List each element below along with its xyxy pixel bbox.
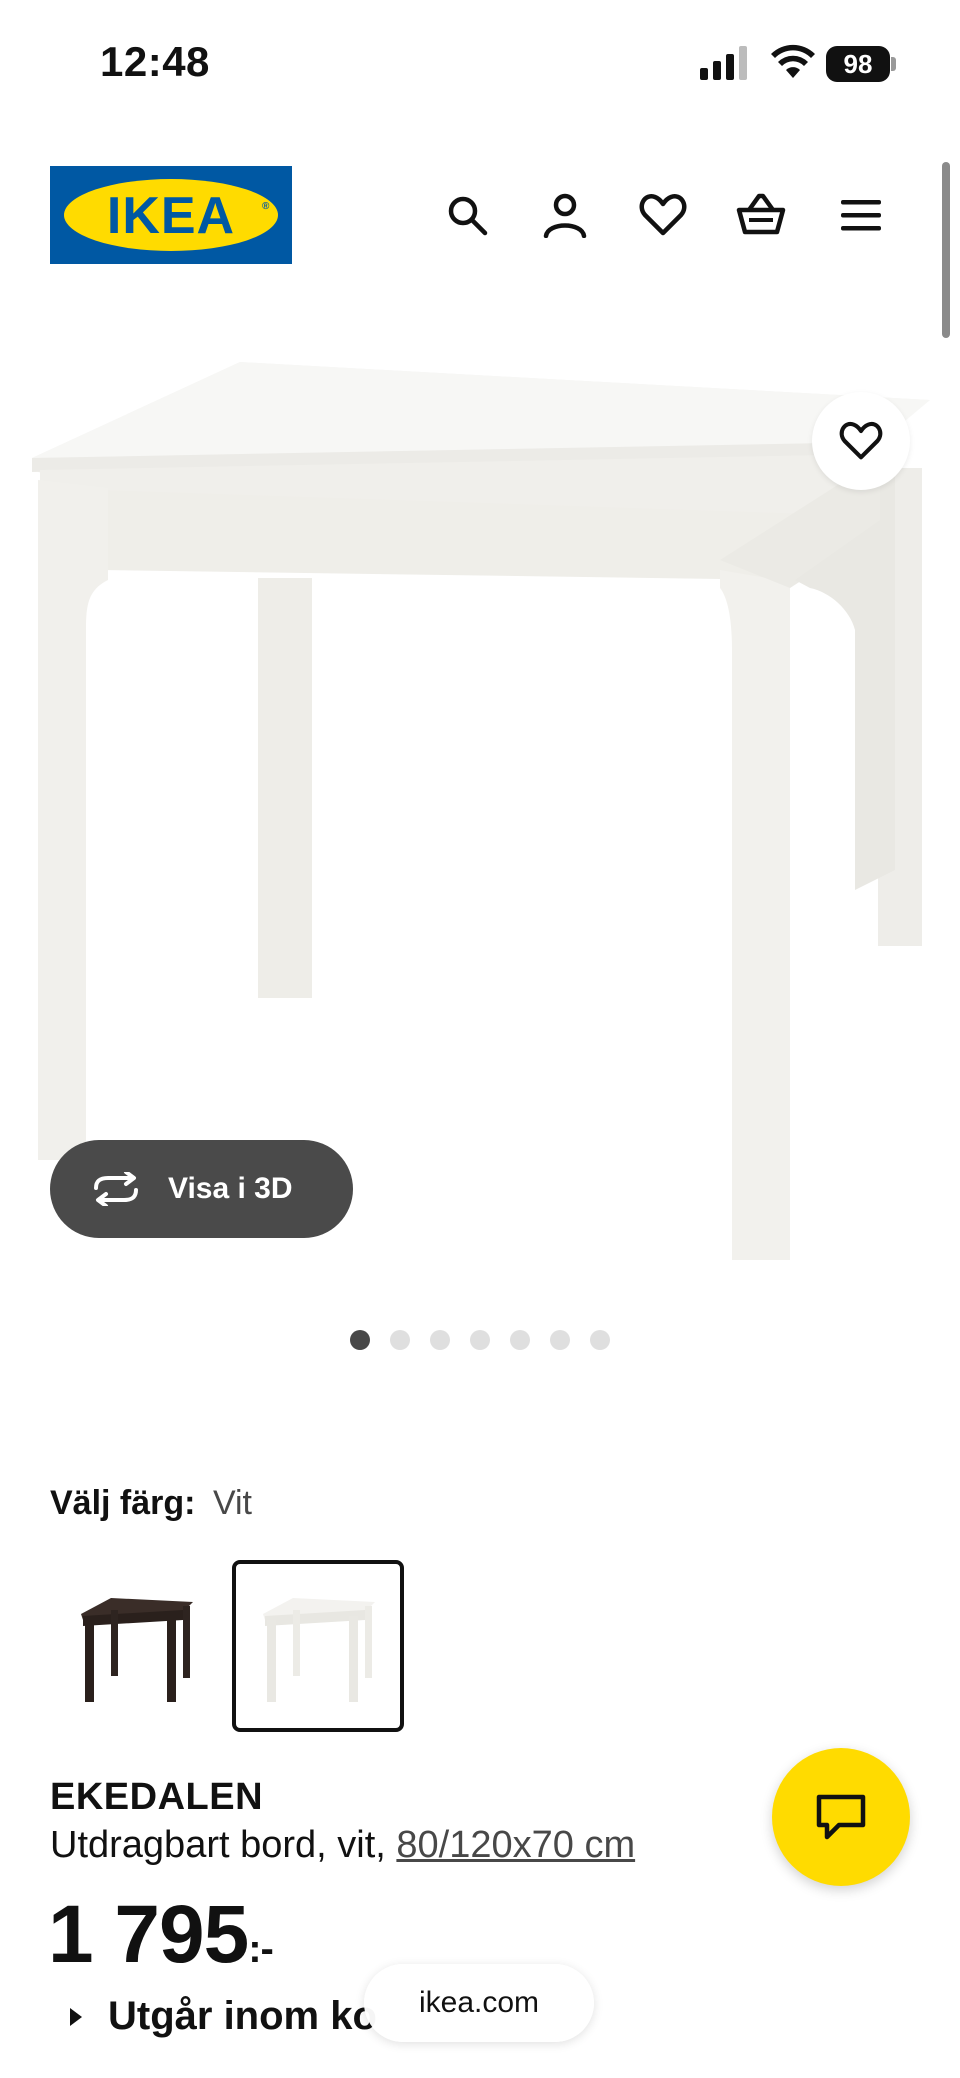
search-icon <box>448 196 488 236</box>
wifi-icon <box>771 44 815 78</box>
carousel-dot[interactable] <box>470 1330 490 1350</box>
view-in-3d-label: Visa i 3D <box>168 1172 293 1205</box>
availability-disclosure[interactable]: Utgår inom ko <box>70 1994 377 2039</box>
browser-url: ikea.com <box>418 1986 540 2019</box>
rotate-3d-icon <box>94 1172 138 1206</box>
cart-icon <box>736 193 786 235</box>
color-selector-label: Välj färg: Vit <box>50 1484 252 1523</box>
product-description-text: Utdragbart bord, vit, <box>50 1824 386 1866</box>
color-label-text: Välj färg: <box>50 1484 196 1522</box>
logo-oval: IKEA ® <box>64 179 278 251</box>
product-dimensions-link[interactable]: 80/120x70 cm <box>396 1824 635 1866</box>
heart-icon <box>839 421 883 460</box>
carousel-dot[interactable] <box>390 1330 410 1350</box>
account-icon <box>543 193 587 238</box>
ikea-logo[interactable]: IKEA ® <box>50 166 292 264</box>
image-carousel-dots <box>350 1330 610 1350</box>
color-swatch-black-brown[interactable] <box>50 1560 222 1732</box>
product-price: 1 795:- <box>48 1888 274 1982</box>
cart-button[interactable] <box>734 188 788 242</box>
carousel-dot[interactable] <box>510 1330 530 1350</box>
logo-text: IKEA <box>106 187 236 245</box>
menu-button[interactable] <box>834 188 888 242</box>
status-time: 12:48 <box>100 38 210 85</box>
chat-bubble-icon <box>816 1794 866 1840</box>
search-button[interactable] <box>440 188 494 242</box>
site-header: IKEA ® <box>0 160 960 270</box>
status-bar: 12:48 98 <box>0 0 960 120</box>
carousel-dot[interactable] <box>350 1330 370 1350</box>
battery-level: 98 <box>826 46 890 82</box>
wishlist-button[interactable] <box>636 188 690 242</box>
wishlist-icon <box>639 194 687 236</box>
product-description: Utdragbart bord, vit, 80/120x70 cm <box>50 1824 635 1867</box>
carousel-dot[interactable] <box>590 1330 610 1350</box>
view-in-3d-button[interactable]: Visa i 3D <box>50 1140 353 1238</box>
product-name: EKEDALEN <box>50 1776 264 1818</box>
menu-icon <box>841 200 881 231</box>
account-button[interactable] <box>538 188 592 242</box>
availability-text: Utgår inom ko <box>108 1994 377 2038</box>
add-to-favorites-button[interactable] <box>812 392 910 490</box>
table-thumbnail-dark <box>81 1598 193 1702</box>
expand-triangle-icon <box>70 2007 82 2026</box>
logo-registered-mark: ® <box>262 201 270 212</box>
battery-indicator: 98 <box>826 46 896 82</box>
color-swatch-white[interactable] <box>232 1560 404 1732</box>
cellular-signal-icon <box>700 46 747 80</box>
price-suffix: :- <box>248 1927 274 1971</box>
table-thumbnail-white <box>263 1598 375 1702</box>
chat-button[interactable] <box>772 1748 910 1886</box>
page-scrollbar[interactable] <box>942 162 950 338</box>
color-selected-value: Vit <box>212 1484 253 1522</box>
price-amount: 1 795 <box>48 1889 249 1980</box>
carousel-dot[interactable] <box>550 1330 570 1350</box>
battery-tip <box>891 57 896 71</box>
browser-url-pill[interactable]: ikea.com <box>364 1964 594 2042</box>
carousel-dot[interactable] <box>430 1330 450 1350</box>
